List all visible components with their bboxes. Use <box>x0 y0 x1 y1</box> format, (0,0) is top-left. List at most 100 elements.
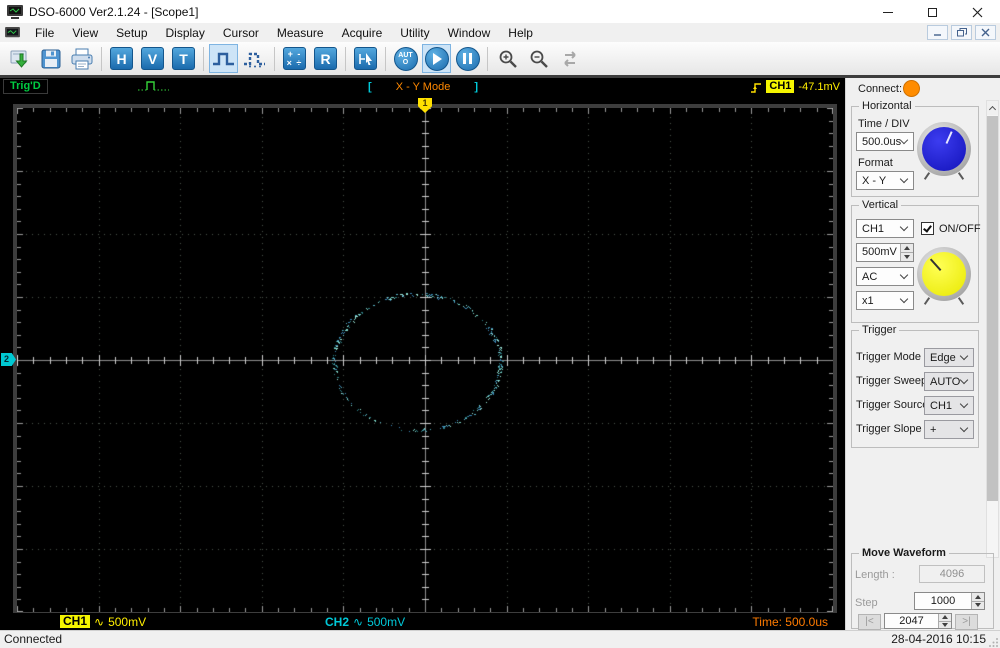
menu-window[interactable]: Window <box>439 25 500 41</box>
datetime: 28-04-2016 10:15 <box>891 632 986 646</box>
format-label: Format <box>858 157 893 169</box>
horizontal-knob[interactable] <box>917 122 971 180</box>
menu-help[interactable]: Help <box>499 25 542 41</box>
trigger-source-select[interactable]: CH1 <box>924 396 974 415</box>
reference-button[interactable]: R <box>311 44 340 73</box>
chevron-down-icon <box>899 294 909 304</box>
math-button[interactable]: + - × ÷ <box>280 44 309 73</box>
import-icon <box>10 50 28 68</box>
channel2-badge: CH2 <box>325 614 350 629</box>
import-button[interactable] <box>5 44 34 73</box>
resize-grip[interactable] <box>989 637 999 647</box>
scope-status-bar: Trig'D [ X - Y Mode ] CH1 -47.1mV <box>0 78 845 96</box>
position-stepper[interactable]: 2047 <box>884 613 952 629</box>
child-minimize-button[interactable] <box>927 25 948 40</box>
trigger-sweep-select[interactable]: AUTO <box>924 372 974 391</box>
spin-down-icon[interactable] <box>972 600 984 609</box>
length-field: 4096 <box>919 565 985 583</box>
spin-up-icon[interactable] <box>901 244 913 252</box>
save-button[interactable] <box>36 44 65 73</box>
zoom-in-button[interactable] <box>493 44 522 73</box>
close-icon <box>972 7 983 17</box>
panel-scrollbar[interactable] <box>986 100 999 558</box>
control-panel: Connect: Horizontal Time / DIV 500.0us F… <box>845 78 1000 630</box>
waveform-display[interactable] <box>17 108 833 612</box>
menu-utility[interactable]: Utility <box>391 25 438 41</box>
toolbar-separator <box>274 46 275 71</box>
move-last-button[interactable]: >| <box>955 614 978 630</box>
menu-display[interactable]: Display <box>157 25 214 41</box>
vertical-settings-button[interactable]: V <box>138 44 167 73</box>
window-title: DSO-6000 Ver2.1.24 - [Scope1] <box>29 4 199 19</box>
auto-icon: AUTO <box>393 46 418 71</box>
single-acquire-button[interactable] <box>240 44 269 73</box>
probe-select[interactable]: x1 <box>856 291 914 310</box>
scroll-up-button[interactable] <box>987 101 998 115</box>
timebase-readout: Time: 500.0us <box>752 614 828 629</box>
volts-div-stepper[interactable]: 500mV <box>856 243 914 262</box>
spin-up-icon[interactable] <box>972 593 984 601</box>
menu-acquire[interactable]: Acquire <box>333 25 392 41</box>
zoom-out-icon <box>530 50 548 68</box>
pause-icon <box>455 46 480 71</box>
onoff-label: ON/OFF <box>939 223 981 235</box>
child-restore-button[interactable] <box>951 25 972 40</box>
cursor-measure-button[interactable] <box>351 44 380 73</box>
run-button[interactable] <box>422 44 451 73</box>
child-close-button[interactable] <box>975 25 996 40</box>
scope-channel-bar: CH1 ∿ 500mV CH2 ∿ 500mV Time: 500.0us <box>8 613 838 630</box>
spin-down-icon[interactable] <box>901 252 913 261</box>
chevron-down-icon <box>899 270 909 280</box>
menu-measure[interactable]: Measure <box>268 25 333 41</box>
time-div-select[interactable]: 500.0us <box>856 132 914 151</box>
channel-select[interactable]: CH1 <box>856 219 914 238</box>
menu-cursor[interactable]: Cursor <box>214 25 268 41</box>
trigger-sweep-label: Trigger Sweep <box>856 375 928 387</box>
chevron-down-icon <box>899 174 909 184</box>
maximize-button[interactable] <box>910 0 955 24</box>
save-icon <box>41 49 60 68</box>
zoom-out-button[interactable] <box>524 44 553 73</box>
autoset-button[interactable]: AUTO <box>391 44 420 73</box>
menu-file[interactable]: File <box>26 25 63 41</box>
toolbar-separator <box>203 46 204 71</box>
connect-status-indicator[interactable] <box>903 80 920 97</box>
step-stepper[interactable]: 1000 <box>914 592 985 610</box>
print-button[interactable] <box>67 44 96 73</box>
title-bar: DSO-6000 Ver2.1.24 - [Scope1] <box>0 0 1000 24</box>
vertical-group-title: Vertical <box>859 199 902 211</box>
vertical-knob[interactable] <box>917 247 971 305</box>
scope-area: Trig'D [ X - Y Mode ] CH1 -47.1mV 1 2 CH… <box>0 78 845 630</box>
minimize-button[interactable] <box>865 0 910 24</box>
maximize-icon <box>928 7 937 17</box>
child-minimize-icon <box>934 34 941 36</box>
horizontal-settings-button[interactable]: H <box>107 44 136 73</box>
menu-view[interactable]: View <box>63 25 107 41</box>
transfer-button[interactable] <box>555 44 584 73</box>
menu-setup[interactable]: Setup <box>107 25 156 41</box>
coupling-select[interactable]: AC <box>856 267 914 286</box>
normal-acquire-button[interactable] <box>209 44 238 73</box>
print-icon <box>71 48 92 69</box>
trigger-source-label: Trigger Source <box>856 399 929 411</box>
horizontal-group-title: Horizontal <box>859 100 915 112</box>
format-select[interactable]: X - Y <box>856 171 914 190</box>
scrollbar-thumb[interactable] <box>987 116 998 501</box>
step-label: Step <box>855 597 878 609</box>
document-icon <box>5 26 20 37</box>
trigger-mode-select[interactable]: Edge <box>924 348 974 367</box>
trigger-channel-badge: CH1 <box>766 80 795 93</box>
spin-down-icon[interactable] <box>939 620 951 628</box>
zoom-in-icon <box>499 50 517 68</box>
trigger-slope-select[interactable]: + <box>924 420 974 439</box>
move-first-button[interactable]: |< <box>858 614 881 630</box>
chevron-up-icon <box>988 105 997 114</box>
chevron-down-icon <box>959 375 969 385</box>
child-restore-icon <box>956 28 967 37</box>
transfer-icon <box>563 50 576 67</box>
chevron-down-icon <box>959 399 969 409</box>
trigger-settings-button[interactable]: T <box>169 44 198 73</box>
onoff-checkbox[interactable] <box>921 222 934 235</box>
close-button[interactable] <box>955 0 1000 24</box>
pause-button[interactable] <box>453 44 482 73</box>
